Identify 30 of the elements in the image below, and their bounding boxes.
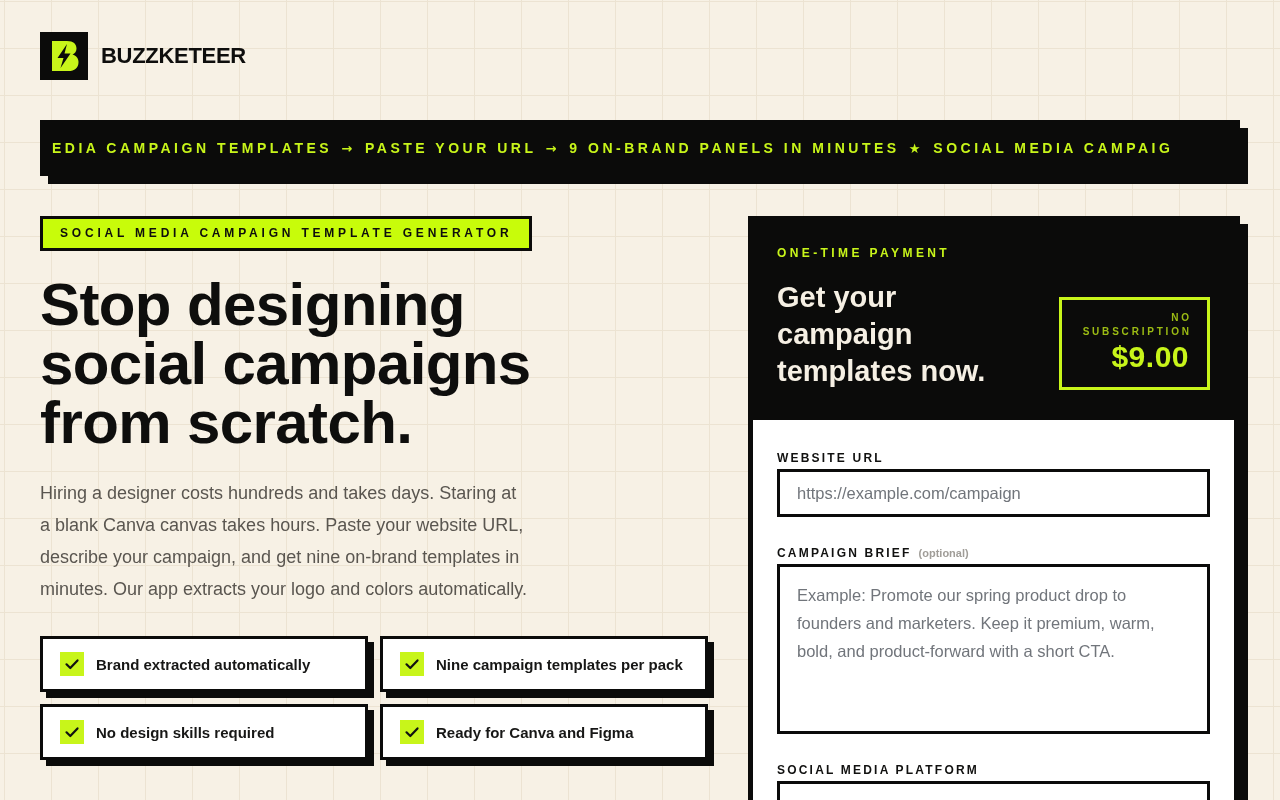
check-icon [60, 652, 84, 676]
check-icon [400, 720, 424, 744]
feature-text: Nine campaign templates per pack [436, 655, 683, 673]
feature-text: No design skills required [96, 723, 275, 741]
ticker-separator: → [341, 140, 353, 156]
payment-eyebrow: ONE-TIME PAYMENT [777, 245, 952, 261]
feature-text: Ready for Canva and Figma [436, 723, 634, 741]
ticker-separator: → [545, 140, 557, 156]
check-icon [60, 720, 84, 744]
ticker-text: SOCIAL MEDIA CAMPAIG [933, 140, 1174, 156]
field-label: WEBSITE URL [777, 450, 884, 466]
textarea-field[interactable]: Example: Promote our spring product drop to founders and marketers. Keep it premium, warm, bold, and product-forward with a short CTA. [777, 564, 1210, 734]
ticker-separator: ★ [908, 140, 921, 156]
ticker-text: 9 ON-BRAND PANELS IN MINUTES [569, 140, 900, 156]
field-label: CAMPAIGN BRIEF [777, 545, 912, 561]
brand-name: BUZZKETEER [101, 43, 246, 69]
price-note: NO SUBSCRIPTION [1081, 311, 1192, 339]
price-text: $9.00 [1110, 340, 1189, 374]
headline: Stop designing social campaigns from scratch. [40, 275, 532, 452]
field-label: SOCIAL MEDIA PLATFORM [777, 762, 979, 778]
input-field[interactable]: https://example.com/campaign [777, 469, 1210, 517]
check-icon [400, 652, 424, 676]
checkout-title: Get your campaign templates now. [777, 280, 987, 389]
description: Hiring a designer costs hundreds and takes days. Staring at a blank Canva canvas takes hours. Paste your website URL, describe your campaign, and get nine on-brand templates in minutes. Our app extracts your logo and colors automatically. [40, 482, 527, 601]
feature-text: Brand extracted automatically [96, 655, 311, 673]
ticker-text: EDIA CAMPAIGN TEMPLATES [52, 140, 333, 156]
optional-note: (optional) [918, 546, 969, 561]
ticker-text: PASTE YOUR URL [365, 140, 537, 156]
logo-icon [40, 32, 88, 80]
eyebrow-badge: SOCIAL MEDIA CAMPAIGN TEMPLATE GENERATOR [40, 216, 533, 251]
